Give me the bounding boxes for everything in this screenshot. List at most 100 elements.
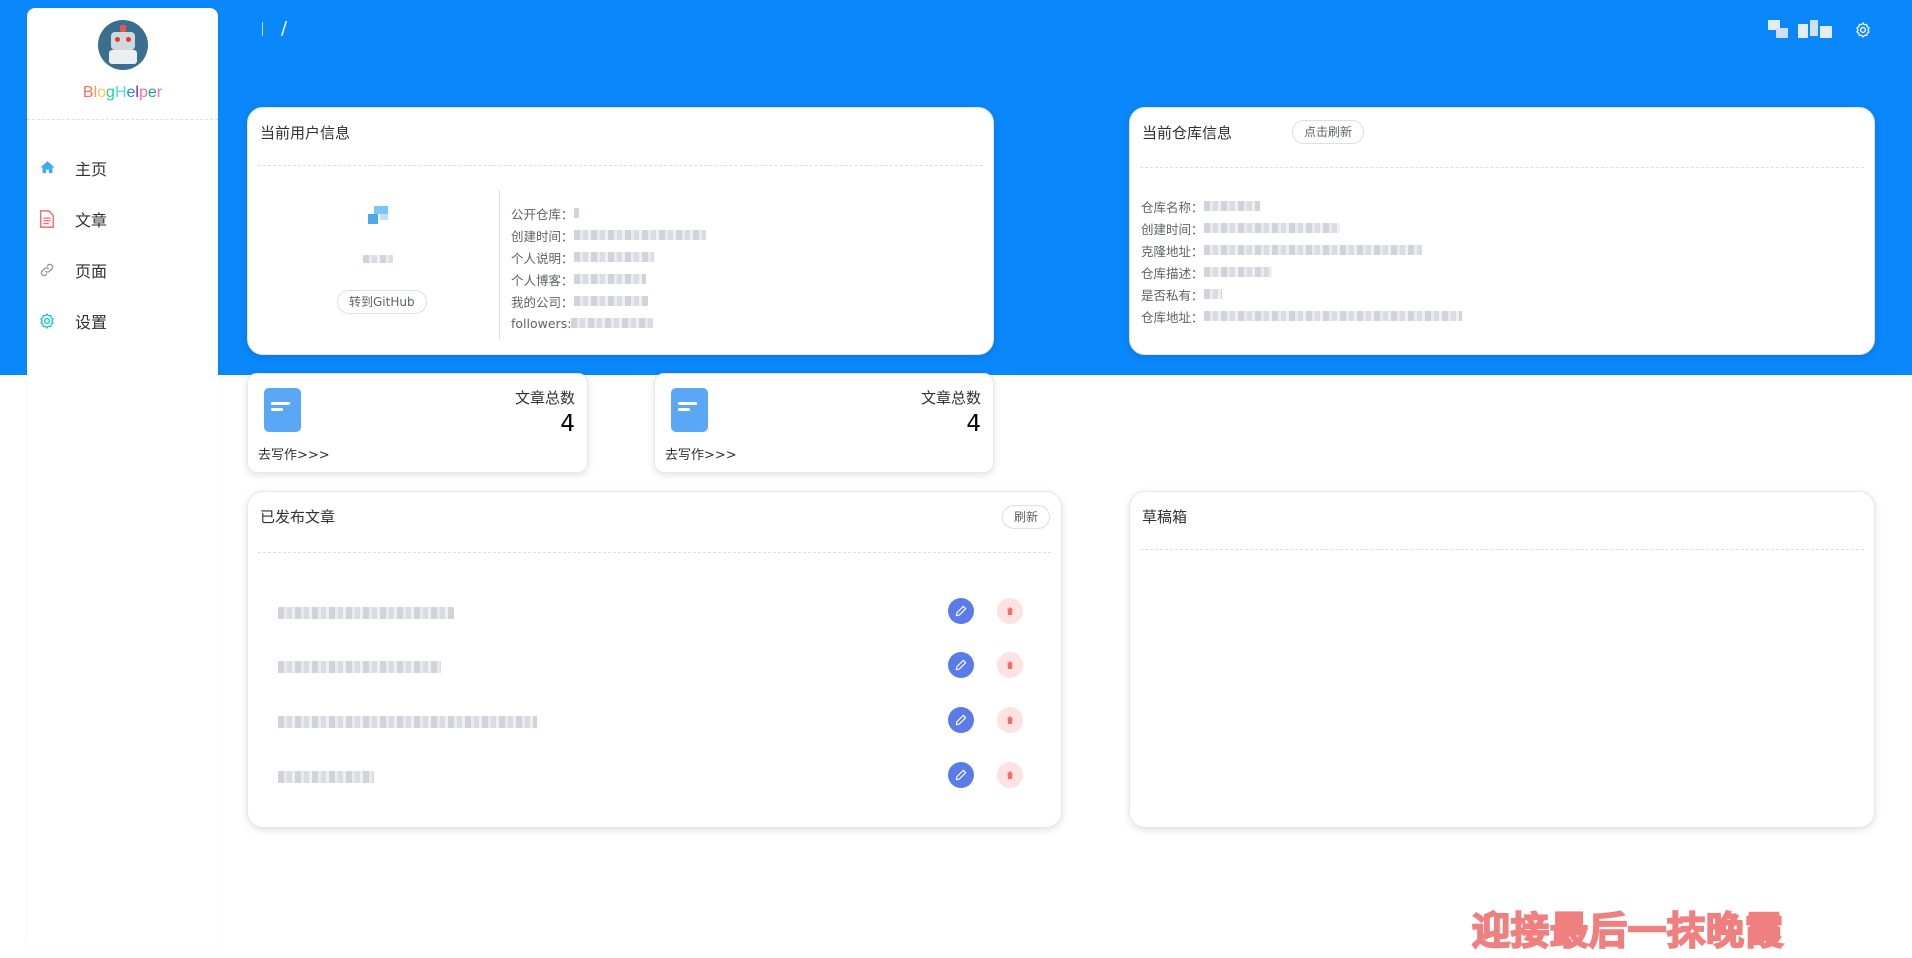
info-label: 仓库描述： <box>1141 265 1204 281</box>
trash-icon <box>1006 771 1014 779</box>
vertical-divider <box>499 190 500 340</box>
info-value <box>573 252 654 262</box>
robot-logo-icon[interactable] <box>98 20 148 70</box>
info-row: 克隆地址： <box>1141 239 1462 261</box>
github-button[interactable]: 转到GitHub <box>337 290 427 314</box>
link-icon <box>38 261 56 279</box>
repo-info-list: 仓库名称： 创建时间： 克隆地址： 仓库描述： 是否私有： 仓库地址： <box>1141 195 1462 327</box>
sidebar-item-label: 设置 <box>75 312 108 332</box>
delete-button[interactable] <box>997 707 1023 733</box>
gear-icon <box>38 312 56 330</box>
avatar[interactable] <box>1768 18 1834 42</box>
home-icon <box>38 159 56 177</box>
article-row <box>278 707 1031 737</box>
breadcrumb-divider <box>262 21 263 36</box>
info-label: 我的公司： <box>511 294 574 310</box>
article-title[interactable] <box>278 607 454 619</box>
stat-label: 文章总数 <box>514 389 575 407</box>
info-value <box>1203 289 1222 299</box>
watermark-text: 迎接最后一抹晚霞 <box>1471 908 1785 954</box>
info-value <box>571 318 654 328</box>
sidebar-item-label: 文章 <box>75 210 108 230</box>
header-actions <box>1768 18 1872 42</box>
info-label: 仓库名称： <box>1141 199 1204 215</box>
stat-label: 文章总数 <box>920 389 981 407</box>
document-icon <box>38 209 56 228</box>
info-value <box>1203 223 1340 233</box>
info-row: 我的公司： <box>511 290 706 312</box>
info-value <box>573 208 579 218</box>
write-link[interactable]: 去写作>>> <box>258 444 330 463</box>
edit-icon <box>955 659 967 671</box>
info-value <box>1203 245 1422 255</box>
edit-icon <box>955 714 967 726</box>
divider <box>1140 167 1864 168</box>
edit-button[interactable] <box>948 652 974 678</box>
article-title[interactable] <box>278 716 537 728</box>
card-title: 当前仓库信息 <box>1142 124 1233 142</box>
refresh-articles-button[interactable]: 刷新 <box>1001 505 1050 529</box>
info-label: 克隆地址： <box>1141 243 1204 259</box>
edit-button[interactable] <box>948 762 974 788</box>
logo-area: BlogHelper <box>27 8 218 120</box>
info-row: followers: <box>511 312 706 334</box>
published-articles-card: 已发布文章 刷新 <box>247 491 1062 828</box>
stat-value: 4 <box>560 411 575 437</box>
info-value <box>573 230 706 240</box>
info-label: 仓库地址： <box>1141 309 1204 325</box>
document-icon <box>264 388 301 432</box>
trash-icon <box>1006 607 1014 615</box>
breadcrumb: / <box>262 18 287 39</box>
info-label: 公开仓库： <box>511 206 574 222</box>
divider <box>1140 549 1864 550</box>
info-value <box>1203 201 1260 211</box>
delete-button[interactable] <box>997 762 1023 788</box>
info-row: 仓库描述： <box>1141 261 1462 283</box>
sidebar-item-pages[interactable]: 页面 <box>27 244 218 295</box>
edit-icon <box>955 769 967 781</box>
article-row <box>278 652 1031 682</box>
sidebar-item-home[interactable]: 主页 <box>27 142 218 193</box>
info-value <box>573 296 648 306</box>
info-value <box>573 274 646 284</box>
trash-icon <box>1006 661 1014 669</box>
info-row: 个人博客： <box>511 268 706 290</box>
user-info-list: 公开仓库： 创建时间： 个人说明： 个人博客： 我的公司： followers: <box>511 202 706 334</box>
sidebar-item-settings[interactable]: 设置 <box>27 295 218 346</box>
info-value <box>1203 267 1272 277</box>
info-label: 个人说明： <box>511 250 574 266</box>
article-count-card: 文章总数 4 去写作>>> <box>247 373 588 473</box>
info-label: 创建时间： <box>1141 221 1204 237</box>
info-row: 创建时间： <box>511 224 706 246</box>
info-label: followers: <box>511 315 572 331</box>
info-row: 公开仓库： <box>511 202 706 224</box>
card-title: 当前用户信息 <box>260 124 351 142</box>
delete-button[interactable] <box>997 652 1023 678</box>
delete-button[interactable] <box>997 598 1023 624</box>
article-row <box>278 598 1031 628</box>
refresh-repo-button[interactable]: 点击刷新 <box>1292 120 1365 144</box>
user-info-card: 当前用户信息 转到GitHub 公开仓库： 创建时间： 个人说明： 个人博客： … <box>247 107 994 355</box>
divider <box>258 165 983 166</box>
info-value <box>1203 311 1462 321</box>
edit-button[interactable] <box>948 598 974 624</box>
user-name <box>363 255 393 263</box>
trash-icon <box>1006 716 1014 724</box>
info-row: 个人说明： <box>511 246 706 268</box>
article-title[interactable] <box>278 661 441 673</box>
info-label: 个人博客： <box>511 272 574 288</box>
edit-button[interactable] <box>948 707 974 733</box>
sidebar-item-articles[interactable]: 文章 <box>27 193 218 244</box>
sidebar-item-label: 主页 <box>75 159 108 179</box>
repo-info-card: 当前仓库信息 点击刷新 仓库名称： 创建时间： 克隆地址： 仓库描述： 是否私有… <box>1129 107 1875 355</box>
article-row <box>278 762 1031 792</box>
info-row: 仓库名称： <box>1141 195 1462 217</box>
settings-gear-icon[interactable] <box>1854 21 1872 39</box>
info-row: 创建时间： <box>1141 217 1462 239</box>
article-count-card: 文章总数 4 去写作>>> <box>654 373 994 473</box>
sidebar: BlogHelper 主页 文章 页面 设置 <box>27 8 218 946</box>
write-link[interactable]: 去写作>>> <box>665 444 737 463</box>
user-avatar <box>368 206 390 226</box>
article-title[interactable] <box>278 771 374 783</box>
breadcrumb-separator: / <box>281 18 288 39</box>
